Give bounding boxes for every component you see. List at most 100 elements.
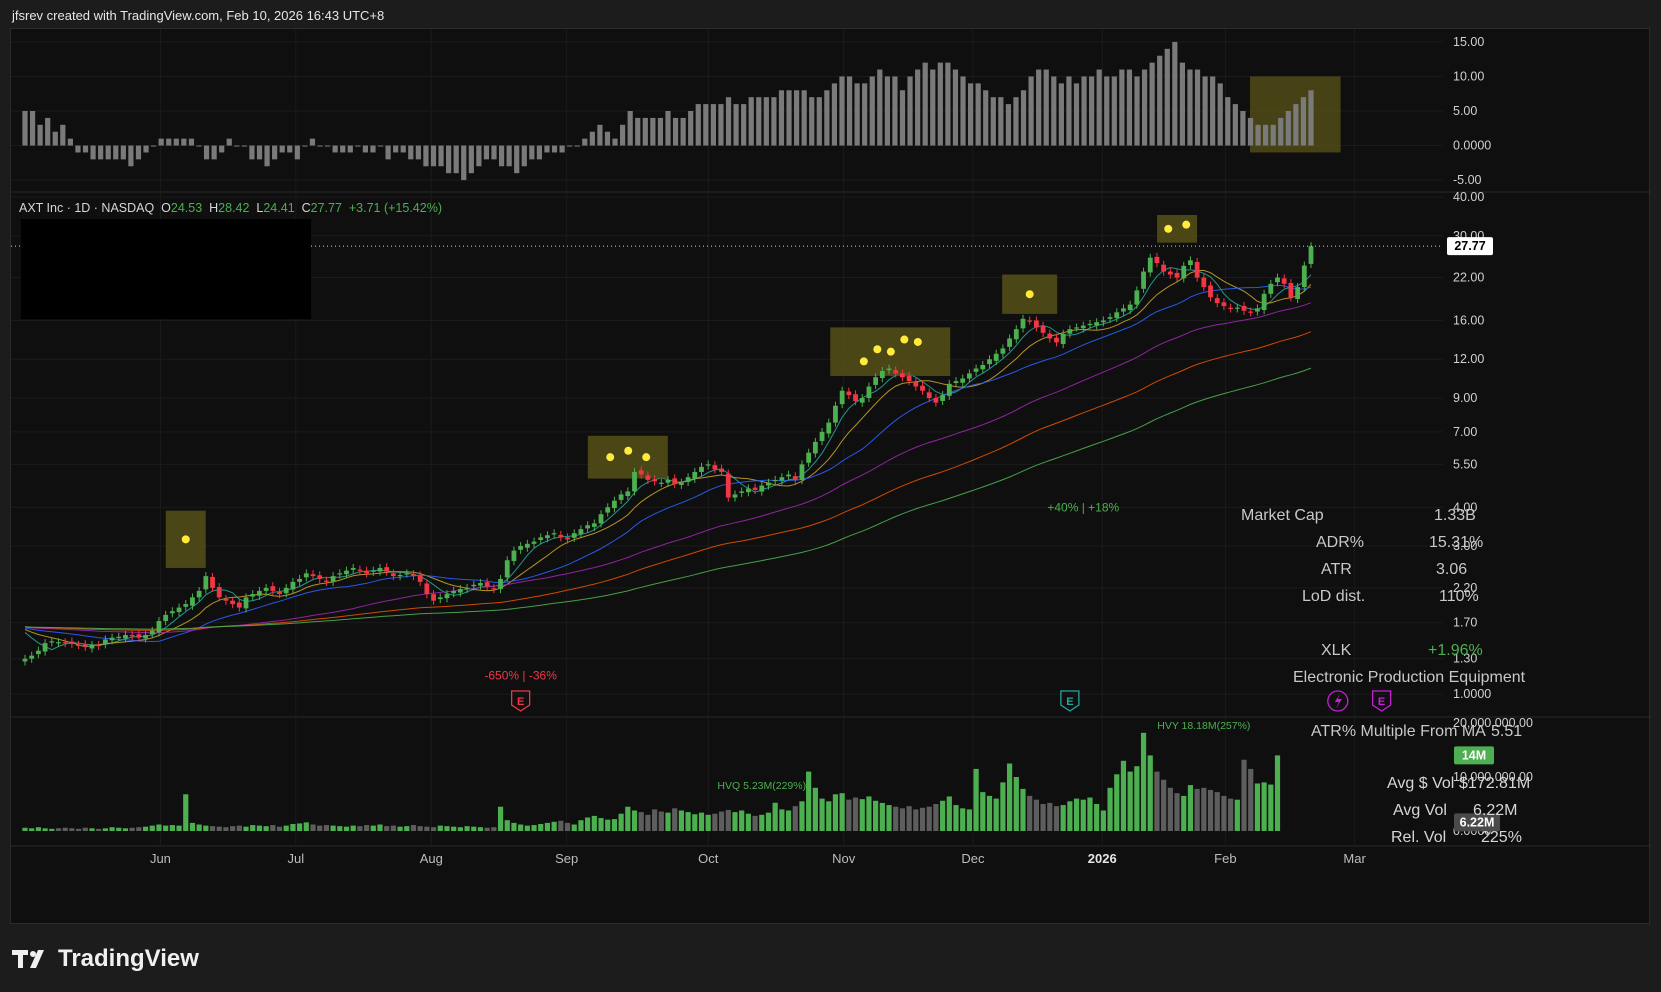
volume-bar — [276, 826, 283, 831]
candle-body — [1087, 323, 1093, 326]
osc-bar — [438, 145, 444, 167]
volume-bar — [1167, 787, 1173, 831]
candle-body — [22, 658, 28, 662]
osc-bar — [75, 145, 81, 153]
candle-body — [1248, 311, 1254, 313]
candle-body — [364, 570, 369, 574]
candle-body — [491, 588, 497, 590]
volume-bar — [283, 825, 289, 831]
legend-high-label: H — [209, 201, 219, 215]
osc-bar — [241, 145, 247, 147]
tradingview-logo[interactable]: TradingView — [12, 945, 199, 973]
legend-close: 27.77 — [310, 201, 342, 215]
osc-bar — [733, 104, 739, 146]
volume-bar — [169, 825, 175, 831]
candle-body — [1007, 338, 1012, 347]
candle-body — [812, 441, 818, 454]
volume-bar — [933, 804, 939, 831]
candle-body — [484, 582, 490, 587]
osc-bar — [786, 90, 792, 146]
osc-bar — [1285, 111, 1291, 146]
osc-bar — [1308, 90, 1314, 146]
osc-bar — [98, 145, 104, 160]
rel-vol-value: 225% — [1481, 829, 1522, 846]
osc-bar — [559, 145, 565, 153]
osc-bar — [1270, 124, 1276, 146]
candle-body — [437, 597, 443, 600]
osc-bar — [1051, 76, 1057, 146]
osc-bar — [884, 76, 890, 146]
x-tick-label: Mar — [1343, 851, 1366, 866]
candle-body — [933, 398, 939, 403]
osc-bar — [45, 117, 51, 146]
candle-body — [920, 385, 925, 391]
osc-bar — [809, 97, 815, 146]
avg-vol-label: Avg Vol — [1393, 802, 1447, 819]
volume-bar — [1114, 774, 1120, 831]
osc-bar — [37, 124, 43, 146]
osc-bar — [1126, 69, 1133, 146]
osc-bar — [430, 145, 437, 167]
osc-bar — [332, 145, 338, 153]
candle-body — [1161, 264, 1167, 272]
candle-body — [853, 394, 858, 402]
candle-body — [712, 465, 718, 470]
volume-bar — [645, 814, 651, 831]
volume-bar — [1201, 787, 1207, 831]
candle-body — [953, 381, 959, 384]
volume-bar — [504, 820, 510, 831]
osc-bar — [998, 97, 1004, 146]
price-y-tick: 5.50 — [1453, 457, 1477, 471]
volume-bar — [129, 827, 135, 831]
candle-body — [846, 391, 852, 396]
candle-body — [591, 523, 597, 527]
candle-body — [1188, 260, 1193, 266]
candle-body — [56, 642, 61, 644]
volume-bar — [310, 824, 316, 831]
volume-bar — [611, 819, 618, 831]
volume-bar — [571, 824, 577, 831]
volume-bar — [598, 818, 604, 831]
candle-body — [1201, 277, 1207, 288]
candle-body — [605, 507, 611, 513]
candle-body — [772, 479, 778, 482]
osc-bar — [128, 145, 134, 167]
price-y-tick: 12.00 — [1453, 352, 1484, 366]
volume-bar — [1040, 804, 1046, 831]
price-y-tick: 1.0000 — [1453, 687, 1491, 701]
candle-body — [893, 370, 899, 374]
osc-bar — [1028, 76, 1034, 146]
volume-bar — [230, 826, 236, 831]
volume-bar — [96, 828, 102, 831]
osc-bar — [551, 145, 558, 153]
volume-bar — [832, 794, 839, 831]
volume-bar — [1120, 760, 1127, 831]
volume-bar — [846, 799, 852, 831]
atr-label: ATR — [1321, 561, 1352, 578]
ma-50-line — [24, 302, 1312, 634]
volume-bar — [243, 826, 249, 831]
candle-body — [967, 373, 972, 379]
volume-bar — [317, 825, 323, 831]
osc-bar — [1111, 76, 1117, 146]
candle-body — [625, 491, 631, 497]
earnings-annotation-negative: -650% | -36% — [484, 668, 557, 682]
candle-body — [1295, 287, 1301, 299]
candle-body — [806, 452, 812, 463]
volume-bar — [203, 825, 209, 831]
candle-body — [156, 621, 162, 633]
osc-bar — [113, 145, 119, 160]
candle-body — [377, 567, 383, 572]
chart-frame[interactable]: Jun Jul Aug Sep Oct Nov Dec 2026 Feb Mar 15.00 10.0… — [10, 28, 1651, 924]
candle-body — [89, 644, 95, 649]
volume-bar — [1187, 785, 1194, 831]
osc-bar — [22, 111, 28, 146]
osc-bar — [377, 145, 384, 147]
volume-bar — [913, 809, 919, 831]
candle-body — [833, 405, 838, 423]
candle-body — [317, 575, 323, 579]
candle-body — [35, 650, 41, 655]
volume-bar — [946, 796, 952, 831]
volume-bar — [1060, 805, 1066, 831]
osc-bar — [1202, 76, 1208, 146]
